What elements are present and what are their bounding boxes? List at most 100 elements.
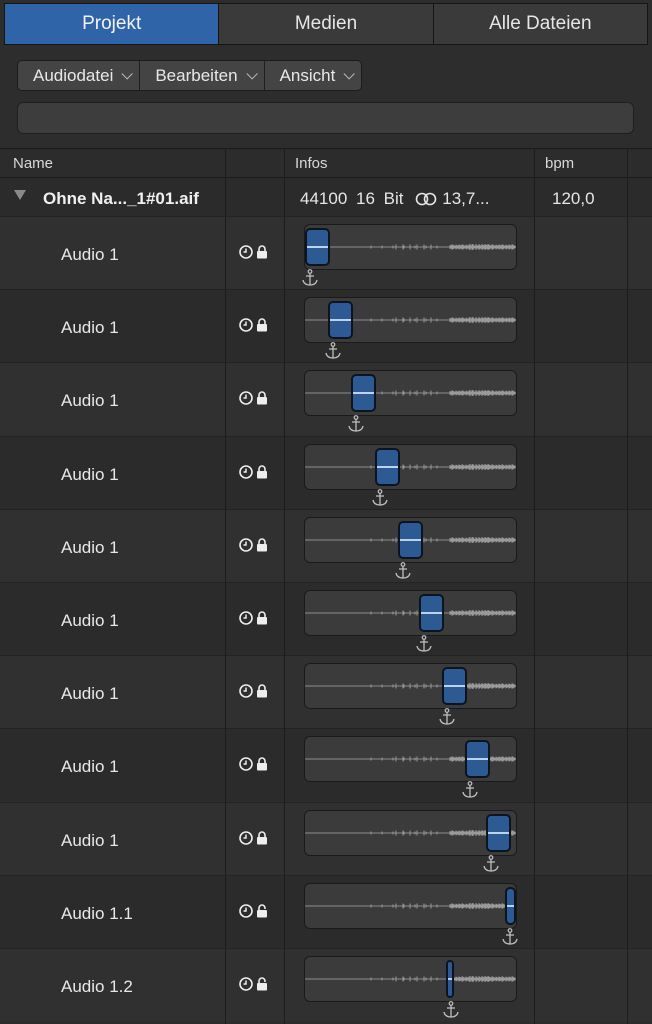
region-name: Audio 1: [61, 245, 119, 264]
anchor-icon[interactable]: [346, 415, 366, 433]
region-waveform-overview[interactable]: [304, 516, 517, 563]
lock-icon[interactable]: [256, 391, 268, 410]
clock-icon[interactable]: [239, 318, 253, 337]
tab-projekt[interactable]: Projekt: [5, 4, 220, 44]
region-row[interactable]: Audio 1.2: [0, 948, 652, 1021]
region-status-icons: [239, 830, 268, 850]
region-name: Audio 1: [61, 537, 119, 557]
region-row[interactable]: Audio 1: [0, 728, 652, 802]
lock-icon[interactable]: [256, 830, 268, 850]
region-waveform-overview[interactable]: [304, 956, 517, 1002]
clock-icon[interactable]: [239, 684, 253, 703]
clock-icon[interactable]: [239, 757, 253, 776]
toolbar: Audiodatei Bearbeiten Ansicht: [17, 60, 363, 91]
region-status-icons: [239, 757, 268, 776]
region-waveform-overview[interactable]: [304, 224, 517, 270]
anchor-icon[interactable]: [500, 927, 520, 946]
region-waveform-overview[interactable]: [304, 370, 517, 417]
region-status-icons: [239, 684, 268, 703]
anchor-icon[interactable]: [323, 342, 343, 360]
anchor-icon[interactable]: [481, 854, 501, 873]
tab-medien[interactable]: Medien: [219, 4, 434, 44]
region-status-icons: [239, 611, 268, 630]
region-row[interactable]: Audio 1: [0, 362, 652, 436]
region-selection[interactable]: [442, 667, 467, 706]
file-size: 13,7...: [442, 189, 490, 208]
region-waveform-overview[interactable]: [304, 297, 517, 344]
region-waveform-overview[interactable]: [304, 663, 517, 710]
clock-icon[interactable]: [239, 977, 253, 996]
region-waveform: [448, 978, 452, 980]
clock-icon[interactable]: [239, 830, 253, 850]
lock-icon[interactable]: [256, 538, 268, 557]
region-row[interactable]: Audio 1: [0, 216, 652, 289]
audio-file-row[interactable]: Ohne Na..._1#01.aif 44100 16 Bit 13,7...…: [0, 178, 652, 216]
disclosure-triangle-icon[interactable]: [14, 190, 26, 200]
region-row[interactable]: Audio 1: [0, 655, 652, 729]
lock-icon[interactable]: [256, 757, 268, 776]
region-name: Audio 1: [61, 391, 119, 411]
region-selection[interactable]: [446, 960, 454, 998]
region-row[interactable]: Audio 1: [0, 801, 652, 875]
unlock-icon[interactable]: [256, 904, 268, 923]
anchor-icon[interactable]: [441, 1001, 461, 1019]
lock-icon[interactable]: [256, 611, 268, 630]
region-selection[interactable]: [465, 740, 490, 779]
region-row[interactable]: Audio 1.1: [0, 874, 652, 948]
region-waveform-overview[interactable]: [304, 882, 517, 929]
region-waveform-overview[interactable]: [304, 590, 517, 636]
anchor-icon[interactable]: [460, 781, 480, 799]
clock-icon[interactable]: [239, 245, 253, 264]
clock-icon[interactable]: [239, 391, 253, 410]
waveform: [305, 244, 516, 250]
lock-icon[interactable]: [256, 245, 268, 264]
lock-icon[interactable]: [256, 318, 268, 337]
region-waveform-overview[interactable]: [304, 809, 517, 856]
clock-icon[interactable]: [239, 537, 253, 557]
clock-icon[interactable]: [239, 611, 253, 630]
region-waveform-overview[interactable]: [304, 443, 517, 490]
lock-icon[interactable]: [256, 684, 268, 703]
anchor-icon[interactable]: [437, 708, 457, 726]
column-bpm[interactable]: bpm: [545, 155, 574, 172]
region-selection[interactable]: [486, 813, 511, 852]
menu-bearbeiten[interactable]: Bearbeiten: [140, 61, 265, 90]
stereo-icon: [415, 192, 437, 206]
region-row[interactable]: Audio 1: [0, 289, 652, 363]
clock-icon[interactable]: [239, 903, 253, 923]
region-waveform: [400, 538, 421, 541]
column-header: Name Infos bpm: [0, 148, 652, 178]
column-info[interactable]: Infos: [295, 155, 328, 172]
region-selection[interactable]: [398, 520, 423, 559]
region-selection[interactable]: [328, 301, 353, 340]
anchor-icon[interactable]: [300, 269, 320, 287]
region-selection[interactable]: [375, 447, 400, 486]
region-selection[interactable]: [505, 886, 516, 925]
search-input[interactable]: [17, 102, 634, 134]
unlock-icon[interactable]: [256, 977, 268, 996]
region-row[interactable]: Audio 1: [0, 508, 652, 582]
tab-alle-dateien[interactable]: Alle Dateien: [434, 4, 647, 44]
region-row[interactable]: Audio 1: [0, 435, 652, 509]
region-selection[interactable]: [351, 374, 376, 413]
column-divider: [627, 148, 628, 1024]
region-row[interactable]: Audio 1: [0, 582, 652, 655]
region-selection[interactable]: [419, 594, 444, 632]
browser-tabs: Projekt Medien Alle Dateien: [4, 3, 648, 45]
clock-icon[interactable]: [239, 464, 253, 484]
region-selection[interactable]: [305, 228, 330, 266]
anchor-icon[interactable]: [414, 635, 434, 653]
waveform: [305, 463, 516, 470]
menu-ansicht[interactable]: Ansicht: [265, 61, 362, 90]
lock-icon[interactable]: [256, 464, 268, 484]
region-waveform: [467, 758, 488, 761]
anchor-icon[interactable]: [393, 561, 413, 580]
sample-rate: 44100: [300, 189, 348, 208]
waveform: [305, 390, 516, 397]
menu-audiodatei[interactable]: Audiodatei: [18, 61, 141, 90]
menu-label: Ansicht: [279, 65, 336, 85]
column-name[interactable]: Name: [13, 155, 53, 172]
anchor-icon[interactable]: [370, 488, 390, 507]
region-waveform-overview[interactable]: [304, 736, 517, 783]
waveform: [305, 902, 516, 909]
